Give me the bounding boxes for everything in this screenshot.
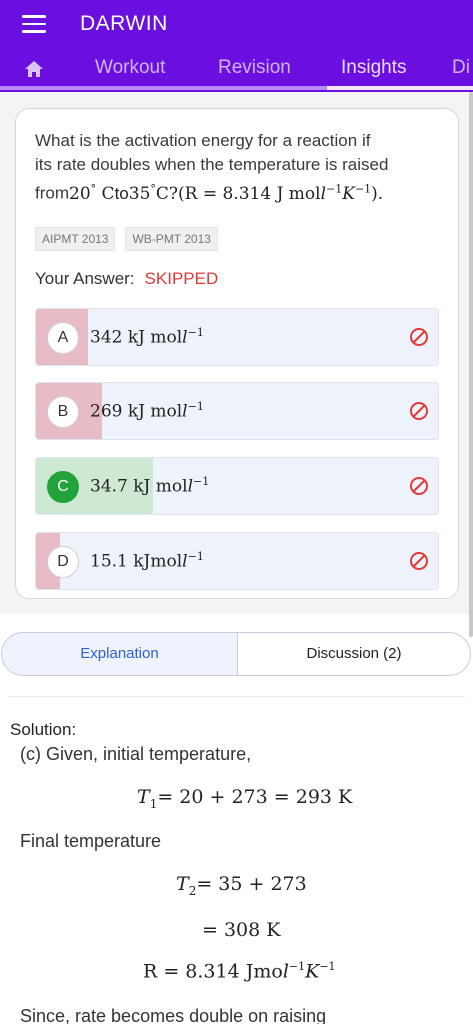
exam-tag: WB-PMT 2013 [125,227,218,251]
tab-indicator-active [327,86,473,90]
equation-t2-result: = 308 K [202,919,281,941]
solution-heading: Solution: [10,720,77,739]
tab-bar: Workout Revision Insights Di [0,52,473,88]
option-b[interactable]: B 269 kJ moll−1 [35,382,439,440]
tab-revision[interactable]: Revision [218,52,291,88]
question-line-2: its rate doubles when the temperature is… [35,155,389,174]
app-screen: DARWIN Workout Revision Insights Di What… [0,0,473,1024]
question-math: 20° Cto35°C?(R = 8.314 J moll−1K−1). [69,182,384,204]
app-header: DARWIN Workout Revision Insights Di [0,0,473,92]
answer-status: SKIPPED [144,269,219,288]
option-c[interactable]: C 34.7 kJ moll−1 [35,457,439,515]
tab-di[interactable]: Di [452,52,470,88]
ban-icon [410,477,428,495]
exam-tag: AIPMT 2013 [35,227,116,251]
equation-t2: T2= 35 + 273 [176,873,307,898]
home-icon[interactable] [24,60,44,78]
option-a[interactable]: A 342 kJ moll−1 [35,308,439,366]
divider [8,696,465,697]
option-letter-correct: C [47,471,79,503]
option-d[interactable]: D 15.1 kJmoll−1 [35,532,439,590]
exam-tags: AIPMT 2013 WB-PMT 2013 [35,227,228,251]
question-line-1: What is the activation energy for a reac… [35,131,371,150]
equation-t1: T1= 20 + 273 = 293 K [137,786,353,811]
tab-discussion[interactable]: Discussion (2) [237,632,471,676]
tab-insights[interactable]: Insights [341,52,406,88]
tab-workout[interactable]: Workout [95,52,165,88]
question-card: What is the activation energy for a reac… [15,108,459,599]
scrollbar[interactable] [469,92,473,637]
option-letter: B [47,396,79,428]
question-from: from [35,183,69,203]
option-text: 269 kJ moll−1 [90,400,204,422]
tab-indicator-track [0,86,327,90]
menu-icon[interactable] [22,15,46,35]
solution-line: (c) Given, initial temperature, [20,744,252,764]
equation-r: R = 8.314 Jmol−1K−1 [143,960,336,983]
option-letter: A [47,322,79,354]
answer-label: Your Answer: [35,269,135,288]
ban-icon [410,552,428,570]
app-title: DARWIN [80,12,168,35]
tab-explanation[interactable]: Explanation [1,632,238,676]
option-text: 15.1 kJmoll−1 [90,550,204,572]
ban-icon [410,402,428,420]
option-text: 342 kJ moll−1 [90,326,204,348]
your-answer: Your Answer: SKIPPED [35,269,218,289]
solution-line: Since, rate becomes double on raising [20,1006,327,1024]
ban-icon [410,328,428,346]
option-text: 34.7 kJ moll−1 [90,475,210,497]
solution-line: Final temperature [20,831,162,851]
option-letter: D [47,546,79,578]
question-text: What is the activation energy for a reac… [35,129,445,206]
